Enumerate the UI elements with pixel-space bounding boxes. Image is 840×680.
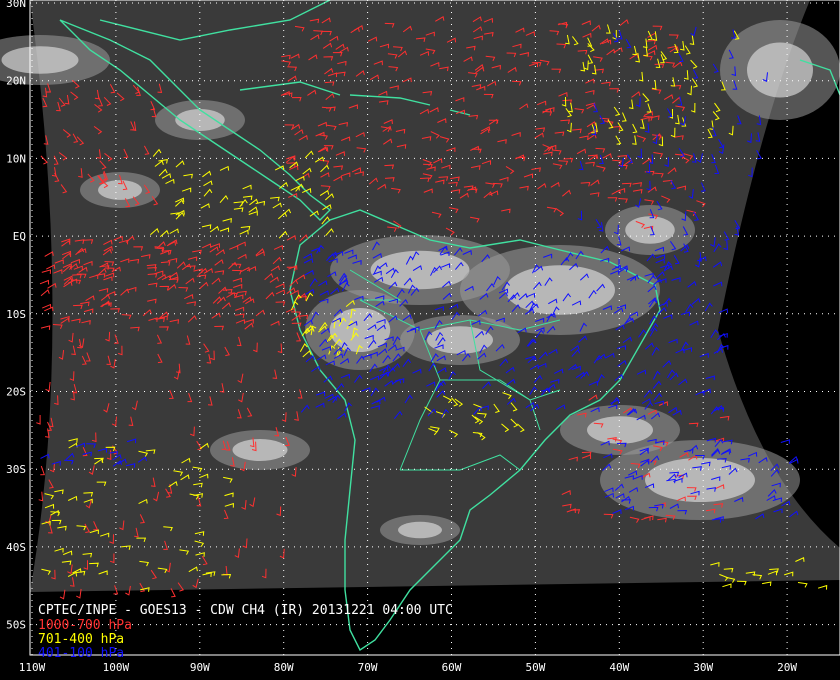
lat-label: 10S xyxy=(6,308,26,321)
satellite-wind-map: 30N 20N 10N EQ 10S 20S 30S 40S 50S 110W 100W 90W 80… xyxy=(0,0,840,680)
lat-label: 30N xyxy=(6,0,26,10)
map-canvas: 30N 20N 10N EQ 10S 20S 30S 40S 50S 110W 100W 90W 80… xyxy=(0,0,840,680)
lon-label: 100W xyxy=(103,661,130,674)
cloud-core xyxy=(747,42,813,98)
cloud-core xyxy=(505,265,615,315)
cloud-core xyxy=(625,216,675,244)
lat-label: 20N xyxy=(6,75,26,88)
lat-label: 10N xyxy=(6,152,26,165)
cloud-core xyxy=(1,46,79,74)
lat-label: EQ xyxy=(13,230,26,243)
cloud-core xyxy=(232,439,288,461)
cloud-core xyxy=(645,458,755,502)
lat-label: 30S xyxy=(6,463,26,476)
legend-mid-level: 701-400 hPa xyxy=(38,632,125,647)
lon-label: 20W xyxy=(777,661,797,674)
lon-label: 110W xyxy=(19,661,46,674)
lat-label: 50S xyxy=(6,619,26,632)
lon-label: 50W xyxy=(525,661,545,674)
legend-low-level: 1000-700 hPa xyxy=(38,618,132,633)
cloud-core xyxy=(427,326,493,354)
product-title: CPTEC/INPE - GOES13 - CDW CH4 (IR) 20131… xyxy=(38,603,453,618)
lon-label: 60W xyxy=(442,661,462,674)
lon-label: 30W xyxy=(693,661,713,674)
cloud-core xyxy=(587,416,653,444)
lon-label: 90W xyxy=(190,661,210,674)
lon-label: 70W xyxy=(358,661,378,674)
lon-label: 80W xyxy=(274,661,294,674)
lat-label: 40S xyxy=(6,541,26,554)
lat-label: 20S xyxy=(6,386,26,399)
cloud-core xyxy=(370,250,470,290)
cloud-core xyxy=(398,521,442,539)
legend-high-level: 401-100 hPa xyxy=(38,646,125,661)
lon-label: 40W xyxy=(609,661,629,674)
